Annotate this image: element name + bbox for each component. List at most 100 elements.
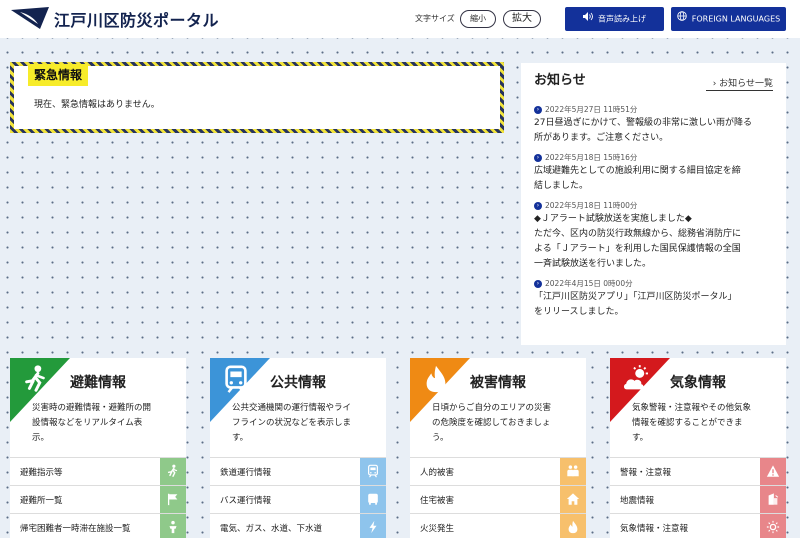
- notice-text-line: 所があります。ご注意ください。: [534, 133, 669, 143]
- card-link-item[interactable]: 火災発生: [410, 513, 586, 538]
- notices-more-link[interactable]: › お知らせ一覧: [713, 76, 773, 89]
- foreign-languages-label: FOREIGN LANGUAGES: [691, 14, 781, 24]
- running-person-icon: [160, 458, 186, 485]
- notice-text-line: 27日昼過ぎにかけて、警報級の非常に激しい雨が降る: [534, 118, 753, 128]
- chevron-right-icon: ›: [712, 79, 717, 89]
- card-link-item[interactable]: 気象情報・注意報: [610, 513, 786, 538]
- card-link-item[interactable]: 避難指示等: [10, 457, 186, 485]
- notice-item[interactable]: › 2022年4月15日 0時00分 「江戸川区防災アプリ」「江戸川区防災ポータル」…: [534, 278, 774, 320]
- card-link-label: バス運行情報: [220, 496, 272, 506]
- card-link-label: 警報・注意報: [620, 468, 672, 478]
- font-size-label: 文字サイズ: [415, 14, 455, 23]
- notice-text-line: 一斉試験放送を行いました。: [534, 259, 652, 269]
- chevron-right-icon: ›: [534, 154, 542, 162]
- card-title[interactable]: 被害情報: [470, 372, 526, 392]
- card-link-label: 地震情報: [620, 496, 655, 506]
- card-description-line: 公共交通機関の運行情報やライ: [232, 403, 352, 413]
- card-link-label: 鉄道運行情報: [220, 468, 272, 478]
- voice-readout-label: 音声読み上げ: [598, 14, 646, 24]
- card-description: 気象警報・注意報やその他気象 情報を確認することができま す。: [632, 401, 772, 446]
- card-link-item[interactable]: 避難所一覧: [10, 485, 186, 513]
- site-title[interactable]: 江戸川区防災ポータル: [54, 7, 219, 31]
- notice-item[interactable]: › 2022年5月27日 11時51分 27日昼過ぎにかけて、警報級の非常に激しい雨…: [534, 104, 774, 146]
- chevron-right-icon: ›: [534, 202, 542, 210]
- category-card[interactable]: 公共情報公共交通機関の運行情報やライ フラインの状況などを表示しま す。鉄道運行情報…: [210, 358, 386, 538]
- globe-icon: [677, 7, 687, 31]
- notice-date: › 2022年5月18日 11時00分: [534, 200, 774, 212]
- card-description-line: 示。: [32, 433, 50, 443]
- building-icon: [760, 486, 786, 513]
- notice-item[interactable]: › 2022年5月18日 11時00分 ◆Ｊアラート試験放送を実施しました◆ ただ今、…: [534, 200, 774, 272]
- card-description-line: 情報を確認することができま: [632, 418, 743, 428]
- card-description-line: す。: [632, 433, 649, 443]
- bus-icon: [360, 486, 386, 513]
- site-header: 江戸川区防災ポータル 文字サイズ 縮小 拡大 音声読み上げ FOREIGN LA…: [0, 0, 800, 38]
- notice-text-line: よる「Ｊアラート」を利用した国民保護情報の全国: [534, 244, 741, 254]
- card-link-label: 気象情報・注意報: [620, 524, 689, 534]
- foreign-languages-button[interactable]: FOREIGN LANGUAGES: [671, 7, 786, 31]
- divider: [706, 90, 773, 91]
- notice-text-line: をリリースしました。: [534, 307, 624, 317]
- warning-icon: [760, 458, 786, 485]
- card-description: 日頃からご自分のエリアの災害 の危険度を確認しておきましょ う。: [432, 401, 572, 446]
- chevron-right-icon: ›: [534, 280, 542, 288]
- category-card[interactable]: 避難情報 災害時の避難情報・避難所の開 設情報などをリアルタイム表 示。 避難指示等 避難…: [10, 358, 186, 538]
- category-card[interactable]: 気象情報気象警報・注意報やその他気象 情報を確認することができま す。警報・注意報地…: [610, 358, 786, 538]
- chevron-right-icon: ›: [534, 106, 542, 114]
- card-link-item[interactable]: バス運行情報: [210, 485, 386, 513]
- notice-text-line: 「江戸川区防災アプリ」「江戸川区防災ポータル」: [534, 292, 737, 302]
- train-icon: [221, 364, 251, 394]
- notice-date-text: 2022年4月15日 0時00分: [545, 279, 633, 288]
- font-enlarge-button[interactable]: 拡大: [503, 10, 541, 28]
- card-link-list: 鉄道運行情報 バス運行情報電気、ガス、水道、下水道: [210, 457, 386, 538]
- card-description: 災害時の避難情報・避難所の開 設情報などをリアルタイム表 示。: [32, 401, 172, 446]
- flag-icon: [160, 486, 186, 513]
- weather-icon: [621, 364, 651, 394]
- card-link-list: 警報・注意報 地震情報気象情報・注意報: [610, 457, 786, 538]
- card-description-line: 災害時の避難情報・避難所の開: [32, 403, 152, 413]
- lightning-icon: [360, 514, 386, 538]
- notice-text-line: 広域避難先としての施設利用に関する細目協定を締: [534, 166, 741, 176]
- category-card[interactable]: 被害情報日頃からご自分のエリアの災害 の危険度を確認しておきましょ う。人的被害住宅…: [410, 358, 586, 538]
- notice-text-line: 結しました。: [534, 181, 589, 191]
- card-link-item[interactable]: 住宅被害: [410, 485, 586, 513]
- notice-date-text: 2022年5月18日 11時00分: [545, 201, 638, 210]
- notices-panel: お知らせ › お知らせ一覧 › 2022年5月27日 11時51分 27日昼過ぎにか…: [521, 63, 786, 345]
- card-link-label: 避難所一覧: [20, 496, 63, 506]
- card-link-item[interactable]: 人的被害: [410, 457, 586, 485]
- card-link-list: 避難指示等避難所一覧帰宅困難者一時滞在施設一覧: [10, 457, 186, 538]
- card-description: 公共交通機関の運行情報やライ フラインの状況などを表示しま す。: [232, 401, 372, 446]
- evacuation-icon: [21, 364, 51, 394]
- emergency-message: 現在、緊急情報はありません。: [34, 100, 160, 110]
- voice-readout-button[interactable]: 音声読み上げ: [565, 7, 664, 31]
- person-icon: [160, 514, 186, 538]
- card-description-line: の危険度を確認しておきましょ: [432, 418, 551, 428]
- card-description-line: 気象警報・注意報やその他気象: [632, 403, 752, 413]
- card-link-item[interactable]: 地震情報: [610, 485, 786, 513]
- card-link-item[interactable]: 警報・注意報: [610, 457, 786, 485]
- card-title[interactable]: 公共情報: [270, 372, 326, 392]
- fire-icon: [560, 514, 586, 538]
- card-link-item[interactable]: 帰宅困難者一時滞在施設一覧: [10, 513, 186, 538]
- site-logo-icon[interactable]: [10, 6, 50, 34]
- card-title[interactable]: 避難情報: [70, 372, 126, 392]
- card-title[interactable]: 気象情報: [670, 372, 726, 392]
- notice-item[interactable]: › 2022年5月18日 15時16分 広域避難先としての施設利用に関する細目協定を…: [534, 152, 774, 194]
- card-link-item[interactable]: 電気、ガス、水道、下水道: [210, 513, 386, 538]
- card-description-line: 設情報などをリアルタイム表: [32, 418, 143, 428]
- card-link-label: 電気、ガス、水道、下水道: [220, 524, 323, 534]
- notices-title: お知らせ: [534, 73, 586, 88]
- font-shrink-button[interactable]: 縮小: [460, 10, 496, 28]
- house-icon: [560, 486, 586, 513]
- card-link-label: 避難指示等: [20, 468, 63, 478]
- notice-date: › 2022年4月15日 0時00分: [534, 278, 774, 290]
- speaker-icon: [583, 7, 593, 31]
- card-link-label: 人的被害: [420, 468, 455, 478]
- notice-text-line: ◆Ｊアラート試験放送を実施しました◆: [534, 214, 692, 224]
- people-icon: [560, 458, 586, 485]
- card-description-line: う。: [432, 433, 449, 443]
- emergency-title: 緊急情報: [28, 64, 89, 86]
- card-link-item[interactable]: 鉄道運行情報: [210, 457, 386, 485]
- card-link-label: 火災発生: [420, 524, 455, 534]
- notice-date-text: 2022年5月27日 11時51分: [545, 105, 638, 114]
